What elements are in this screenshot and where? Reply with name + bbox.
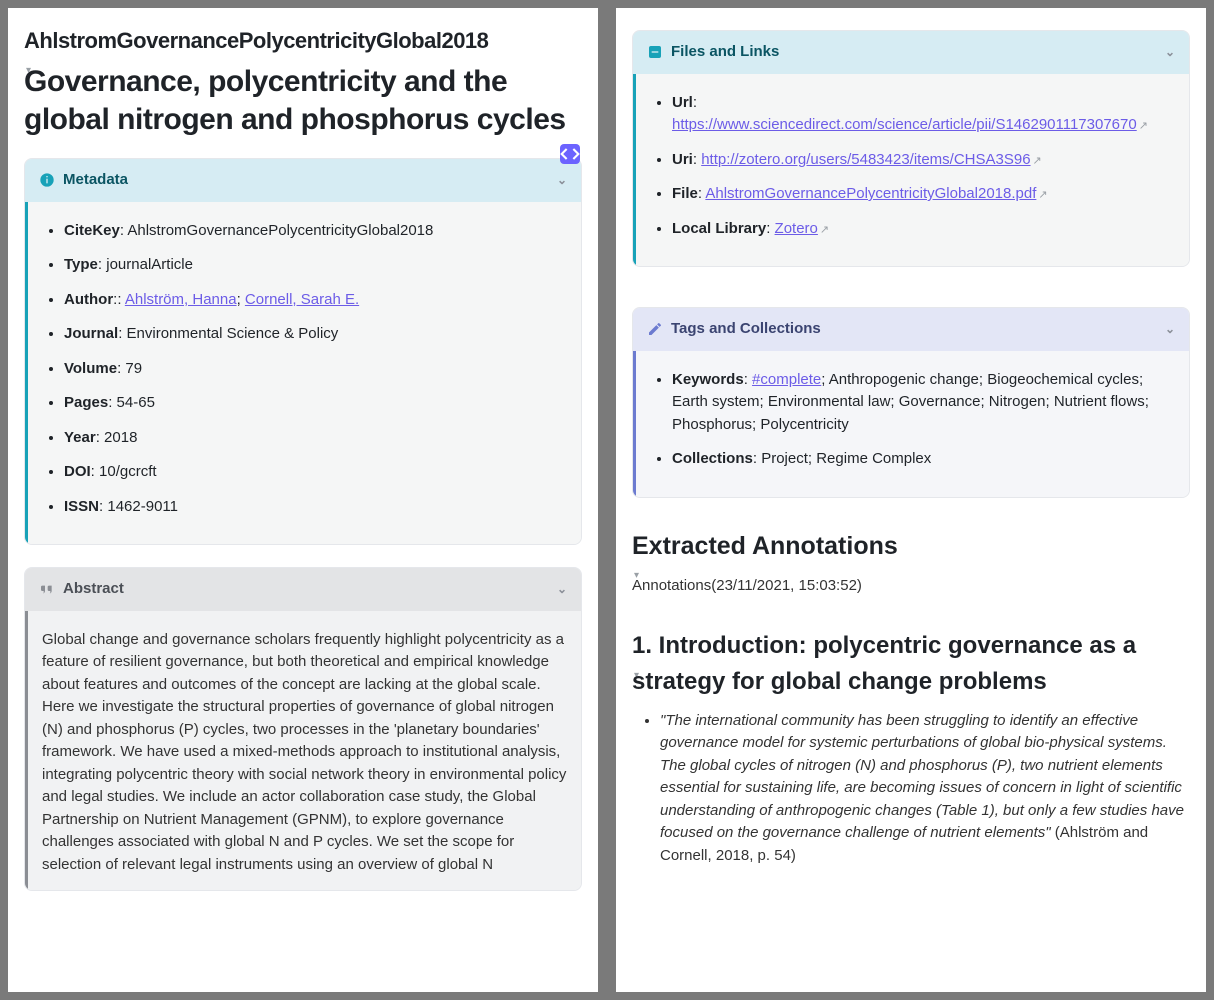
note-title: Governance, polycentricity and the globa… bbox=[24, 63, 582, 138]
files-file: File: AhlstromGovernancePolycentricityGl… bbox=[672, 183, 1175, 206]
meta-year: Year: 2018 bbox=[64, 427, 567, 450]
external-link-icon: ↗ bbox=[1033, 155, 1042, 167]
info-icon bbox=[39, 172, 55, 188]
tags-list: Keywords: #complete; Anthropogenic chang… bbox=[650, 369, 1175, 471]
source-mode-badge[interactable] bbox=[560, 144, 580, 164]
chevron-down-icon: ⌄ bbox=[557, 171, 567, 189]
annotation-quote: "The international community has been st… bbox=[660, 710, 1190, 868]
author-link-1[interactable]: Cornell, Sarah E. bbox=[245, 291, 359, 308]
files-uri: Uri: http://zotero.org/users/5483423/ite… bbox=[672, 149, 1175, 172]
abstract-title: Abstract bbox=[63, 578, 124, 601]
uri-link[interactable]: http://zotero.org/users/5483423/items/CH… bbox=[701, 151, 1030, 168]
meta-issn: ISSN: 1462-9011 bbox=[64, 496, 567, 519]
collections-row: Collections: Project; Regime Complex bbox=[672, 448, 1175, 471]
metadata-header[interactable]: Metadata ⌄ bbox=[25, 159, 581, 202]
annotations-timestamp: Annotations(23/11/2021, 15:03:52) bbox=[632, 575, 1190, 598]
files-url: Url: https://www.sciencedirect.com/scien… bbox=[672, 92, 1175, 137]
page-left: AhlstromGovernancePolycentricityGlobal20… bbox=[8, 8, 598, 992]
quote-icon bbox=[39, 581, 55, 597]
chevron-down-icon: ⌄ bbox=[1165, 43, 1175, 61]
abstract-header[interactable]: Abstract ⌄ bbox=[25, 568, 581, 611]
metadata-list: CiteKey: AhlstromGovernancePolycentricit… bbox=[42, 220, 567, 519]
abstract-callout: Abstract ⌄ Global change and governance … bbox=[24, 567, 582, 891]
external-link-icon: ↗ bbox=[1038, 189, 1047, 201]
external-link-icon: ↗ bbox=[820, 224, 829, 236]
page-right: Files and Links ⌄ Url: https://www.scien… bbox=[616, 8, 1206, 992]
keywords-row: Keywords: #complete; Anthropogenic chang… bbox=[672, 369, 1175, 437]
meta-author: Author:: Ahlström, Hanna; Cornell, Sarah… bbox=[64, 289, 567, 312]
pencil-icon bbox=[647, 321, 663, 337]
files-title: Files and Links bbox=[671, 41, 779, 64]
files-callout: Files and Links ⌄ Url: https://www.scien… bbox=[632, 30, 1190, 267]
meta-journal: Journal: Environmental Science & Policy bbox=[64, 323, 567, 346]
annotation-quote-block: "The international community has been st… bbox=[632, 710, 1190, 868]
fold-caret-icon[interactable]: ▾ bbox=[634, 568, 639, 583]
author-link-0[interactable]: Ahlström, Hanna bbox=[125, 291, 237, 308]
local-library-link[interactable]: Zotero bbox=[775, 220, 818, 237]
abstract-text: Global change and governance scholars fr… bbox=[42, 629, 567, 877]
files-header[interactable]: Files and Links ⌄ bbox=[633, 31, 1189, 74]
meta-volume: Volume: 79 bbox=[64, 358, 567, 381]
url-link[interactable]: https://www.sciencedirect.com/science/ar… bbox=[672, 116, 1137, 133]
meta-type: Type: journalArticle bbox=[64, 254, 567, 277]
fold-caret-icon[interactable]: ▾ bbox=[26, 63, 31, 78]
files-local: Local Library: Zotero↗ bbox=[672, 218, 1175, 241]
meta-citekey: CiteKey: AhlstromGovernancePolycentricit… bbox=[64, 220, 567, 243]
section-1-heading: 1. Introduction: polycentric governance … bbox=[632, 628, 1190, 700]
metadata-callout: Metadata ⌄ CiteKey: AhlstromGovernancePo… bbox=[24, 158, 582, 545]
meta-pages: Pages: 54-65 bbox=[64, 392, 567, 415]
chevron-down-icon: ⌄ bbox=[1165, 320, 1175, 338]
chevron-down-icon: ⌄ bbox=[557, 580, 567, 598]
keyword-tag-link[interactable]: #complete bbox=[752, 371, 821, 388]
minus-square-icon bbox=[647, 44, 663, 60]
citekey-filename: AhlstromGovernancePolycentricityGlobal20… bbox=[24, 24, 582, 57]
meta-doi: DOI: 10/gcrcft bbox=[64, 461, 567, 484]
extracted-annotations-heading: Extracted Annotations bbox=[632, 528, 1190, 566]
tags-header[interactable]: Tags and Collections ⌄ bbox=[633, 308, 1189, 351]
files-list: Url: https://www.sciencedirect.com/scien… bbox=[650, 92, 1175, 241]
metadata-title: Metadata bbox=[63, 169, 128, 192]
file-link[interactable]: AhlstromGovernancePolycentricityGlobal20… bbox=[705, 185, 1036, 202]
tags-title: Tags and Collections bbox=[671, 318, 821, 341]
tags-callout: Tags and Collections ⌄ Keywords: #comple… bbox=[632, 307, 1190, 498]
external-link-icon: ↗ bbox=[1139, 120, 1148, 132]
